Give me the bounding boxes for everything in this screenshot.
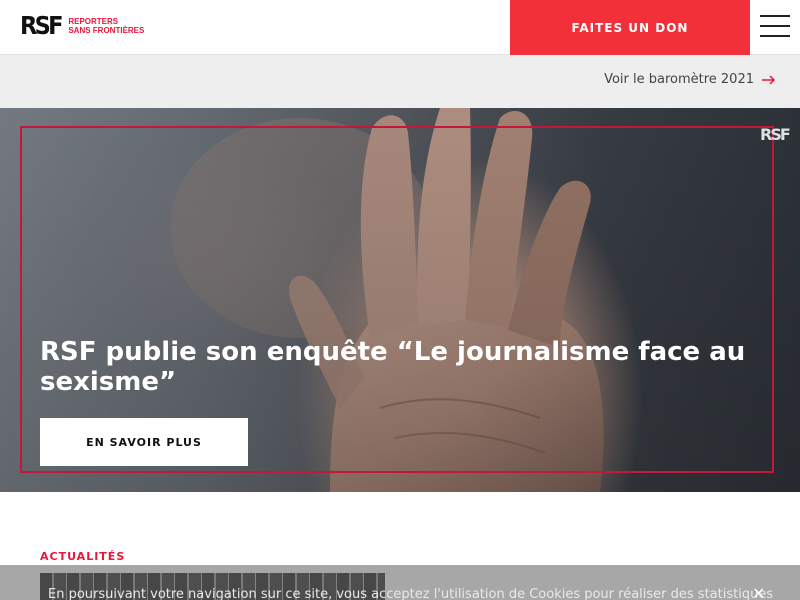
read-more-button[interactable]: EN SAVOIR PLUS [40,418,248,466]
cookie-banner: En poursuivant votre navigation sur ce s… [0,565,800,600]
arrow-right-icon [762,74,776,85]
barometer-link[interactable]: Voir le baromètre 2021 [604,72,776,87]
cookie-text: En poursuivant votre navigation sur ce s… [48,587,774,600]
site-header: RSF REPORTERS SANS FRONTIÈRES FAITES UN … [0,0,800,55]
logo-text: REPORTERS SANS FRONTIÈRES [68,17,144,35]
hero-watermark-logo: RSF [760,125,791,144]
menu-line [760,35,790,37]
menu-line [760,15,790,17]
news-section-label: ACTUALITÉS [40,550,126,563]
hero-title[interactable]: RSF publie son enquête “Le journalisme f… [40,337,760,397]
logo-line-1: REPORTERS [68,16,119,26]
barometer-bar: Voir le baromètre 2021 [0,55,800,108]
close-icon[interactable]: × [752,585,765,600]
donate-button[interactable]: FAITES UN DON [510,0,750,55]
rsf-logo[interactable]: RSF REPORTERS SANS FRONTIÈRES [20,13,144,38]
logo-mark: RSF [20,11,64,40]
hero-banner: RSF RSF publie son enquête “Le journalis… [0,108,800,492]
barometer-label: Voir le baromètre 2021 [604,72,754,87]
logo-line-2: SANS FRONTIÈRES [68,25,145,35]
hamburger-menu-icon[interactable] [760,14,790,38]
menu-line [760,25,790,27]
